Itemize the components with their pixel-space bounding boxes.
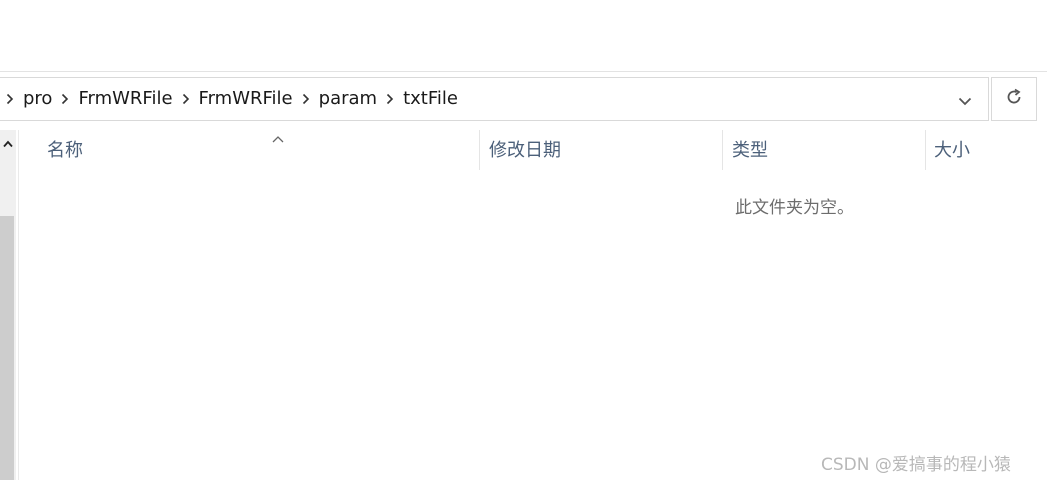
- refresh-button[interactable]: [991, 77, 1037, 121]
- scroll-up-icon[interactable]: [0, 130, 16, 158]
- chevron-right-icon[interactable]: [0, 77, 20, 121]
- watermark: CSDN @爱搞事的程小猿: [821, 455, 1011, 475]
- navigation-pane-scrollbar[interactable]: [0, 130, 16, 480]
- ribbon-area: [0, 0, 1047, 72]
- file-explorer-window: pro FrmWRFile FrmWRFile param txtFile 名称…: [0, 0, 1047, 480]
- address-history-dropdown[interactable]: [952, 78, 978, 122]
- pane-divider[interactable]: [18, 130, 19, 480]
- column-header-name[interactable]: 名称: [47, 130, 83, 170]
- column-divider[interactable]: [722, 130, 723, 170]
- address-bar[interactable]: pro FrmWRFile FrmWRFile param txtFile: [0, 77, 989, 121]
- chevron-right-icon[interactable]: [55, 77, 75, 121]
- column-header-type[interactable]: 类型: [732, 130, 768, 170]
- chevron-right-icon[interactable]: [380, 77, 400, 121]
- breadcrumb-item-frmwrfile-2[interactable]: FrmWRFile: [196, 77, 296, 121]
- breadcrumb-item-param[interactable]: param: [316, 77, 380, 121]
- breadcrumb-item-pro[interactable]: pro: [20, 77, 55, 121]
- column-header-size[interactable]: 大小: [934, 130, 970, 170]
- column-divider[interactable]: [925, 130, 926, 170]
- empty-folder-message: 此文件夹为空。: [735, 198, 854, 218]
- chevron-right-icon[interactable]: [296, 77, 316, 121]
- breadcrumb-item-txtfile[interactable]: txtFile: [400, 77, 461, 121]
- chevron-right-icon[interactable]: [176, 77, 196, 121]
- refresh-icon: [1004, 87, 1024, 111]
- breadcrumb-item-frmwrfile[interactable]: FrmWRFile: [75, 77, 175, 121]
- address-row: pro FrmWRFile FrmWRFile param txtFile: [0, 77, 1047, 123]
- column-header-modified[interactable]: 修改日期: [489, 130, 561, 170]
- column-divider[interactable]: [479, 130, 480, 170]
- scrollbar-thumb[interactable]: [0, 216, 14, 480]
- sort-ascending-icon: [271, 130, 285, 143]
- column-header-row: 名称 修改日期 类型 大小: [20, 130, 1047, 174]
- chevron-down-icon: [958, 91, 972, 110]
